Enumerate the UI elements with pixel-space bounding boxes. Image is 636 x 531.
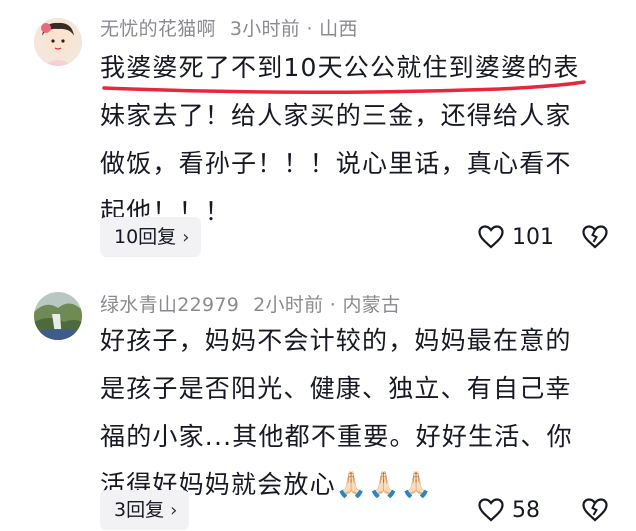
view-replies-button[interactable]: 3回复 › (100, 490, 190, 530)
comment-line: 我婆婆死了不到10天公公就住到婆婆的表 (100, 53, 580, 82)
like-count: 58 (512, 497, 540, 523)
comment-line: 好孩子，妈妈不会计较的，妈妈最在意的 (100, 326, 572, 355)
comment-line: 妹家去了！给人家买的三金，还得给人家 (100, 101, 572, 130)
broken-heart-icon (582, 225, 608, 249)
heart-outline-icon (478, 225, 504, 249)
comment-text: 好孩子，妈妈不会计较的，妈妈最在意的 是孩子是否阳光、健康、独立、有自己幸 福的… (100, 317, 573, 509)
chevron-right-icon: › (170, 500, 178, 521)
username[interactable]: 无忧的花猫啊 (100, 18, 216, 40)
dislike-button[interactable] (582, 490, 608, 530)
comment-item: 无忧的花猫啊 3小时前 · 山西 我婆婆死了不到10天公公就住到婆婆的表 妹家去了… (0, 0, 636, 268)
broken-heart-icon (582, 498, 608, 522)
location: 内蒙古 (342, 294, 401, 316)
comment-line: 福的小家...其他都不重要。好好生活、你 (100, 422, 573, 451)
view-replies-button[interactable]: 10回复 › (100, 217, 202, 257)
heart-outline-icon (478, 498, 504, 522)
reply-count: 3回复 (114, 499, 165, 521)
comment-meta: 无忧的花猫啊 3小时前 · 山西 (100, 18, 358, 40)
timestamp: 3小时前 (229, 18, 301, 40)
comment-meta: 绿水青山22979 2小时前 · 内蒙古 (100, 294, 401, 316)
like-button[interactable]: 101 (478, 217, 554, 257)
like-button[interactable]: 58 (478, 490, 540, 530)
comment-line: 做饭，看孙子！！！说心里话，真心看不 (100, 149, 572, 178)
like-count: 101 (512, 224, 554, 250)
dislike-button[interactable] (582, 217, 608, 257)
comment-text: 我婆婆死了不到10天公公就住到婆婆的表 妹家去了！给人家买的三金，还得给人家 做… (100, 44, 580, 236)
avatar[interactable] (34, 18, 82, 66)
username[interactable]: 绿水青山22979 (100, 294, 239, 316)
comment-item: 绿水青山22979 2小时前 · 内蒙古 好孩子，妈妈不会计较的，妈妈最在意的 是… (0, 280, 636, 530)
reply-count: 10回复 (114, 226, 177, 248)
comment-line: 是孩子是否阳光、健康、独立、有自己幸 (100, 374, 572, 403)
avatar[interactable] (34, 292, 82, 340)
chevron-right-icon: › (182, 227, 190, 248)
location: 山西 (319, 18, 358, 40)
timestamp: 2小时前 (253, 294, 324, 316)
